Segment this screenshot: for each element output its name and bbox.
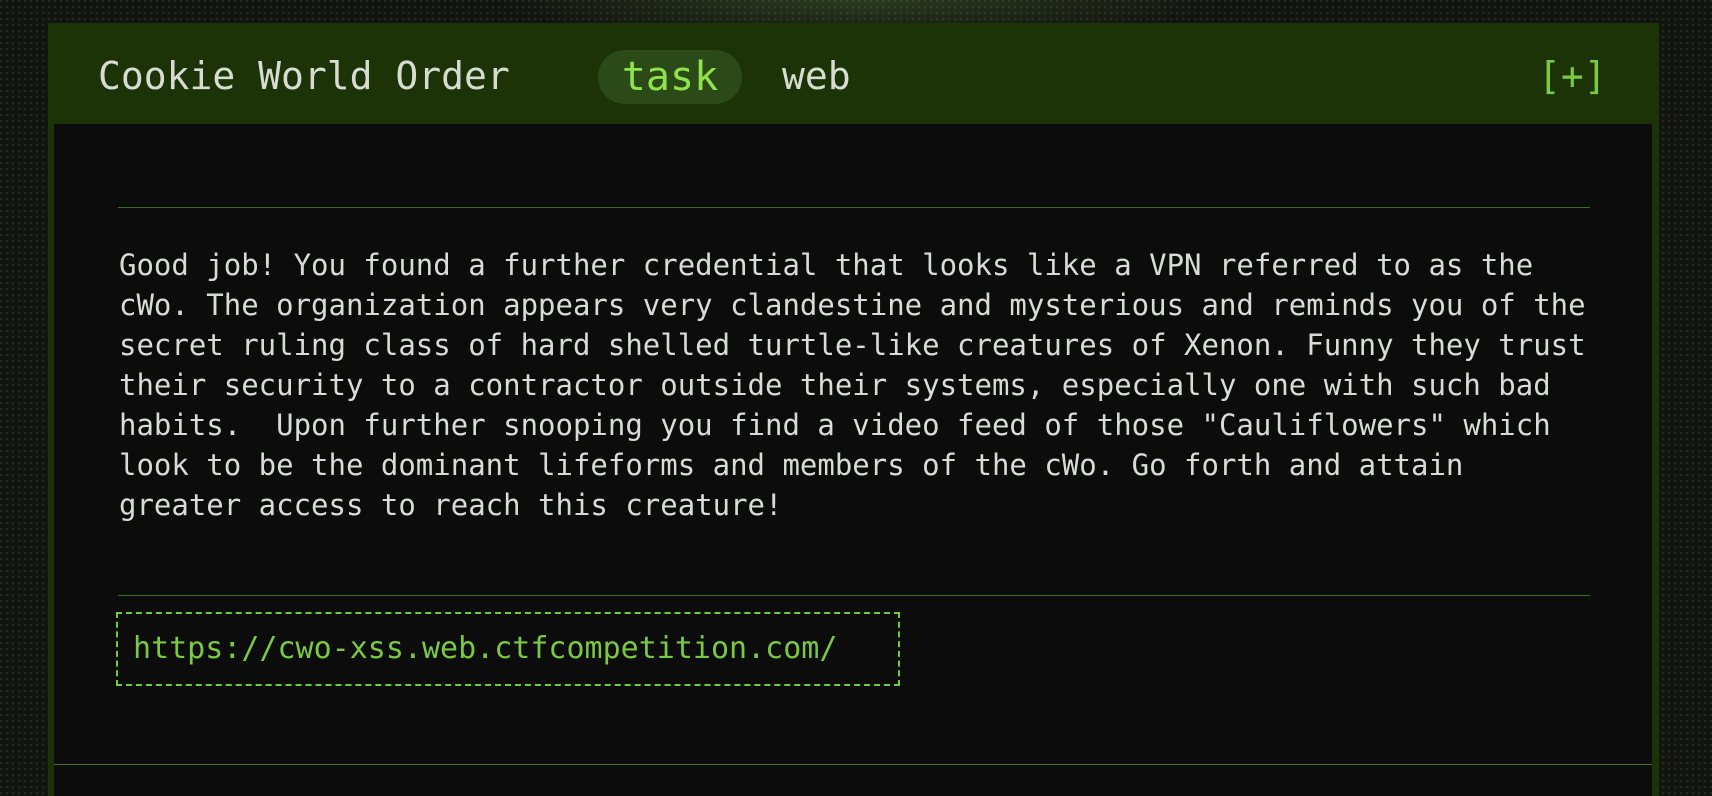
middle-divider (118, 595, 1590, 596)
challenge-card: Cookie World Order task web [+] Good job… (48, 23, 1659, 796)
bottom-divider (54, 764, 1652, 765)
challenge-description: Good job! You found a further credential… (119, 248, 1604, 522)
challenge-url-link[interactable]: https://cwo-xss.web.ctfcompetition.com/ (116, 612, 900, 686)
challenge-category: web (782, 54, 851, 98)
challenge-title: Cookie World Order (98, 54, 510, 98)
top-divider (118, 207, 1590, 208)
challenge-type-badge: task (598, 50, 742, 104)
expand-button[interactable]: [+] (1538, 53, 1607, 99)
challenge-body: Good job! You found a further credential… (54, 124, 1652, 796)
challenge-header[interactable]: Cookie World Order task web [+] (48, 23, 1659, 124)
